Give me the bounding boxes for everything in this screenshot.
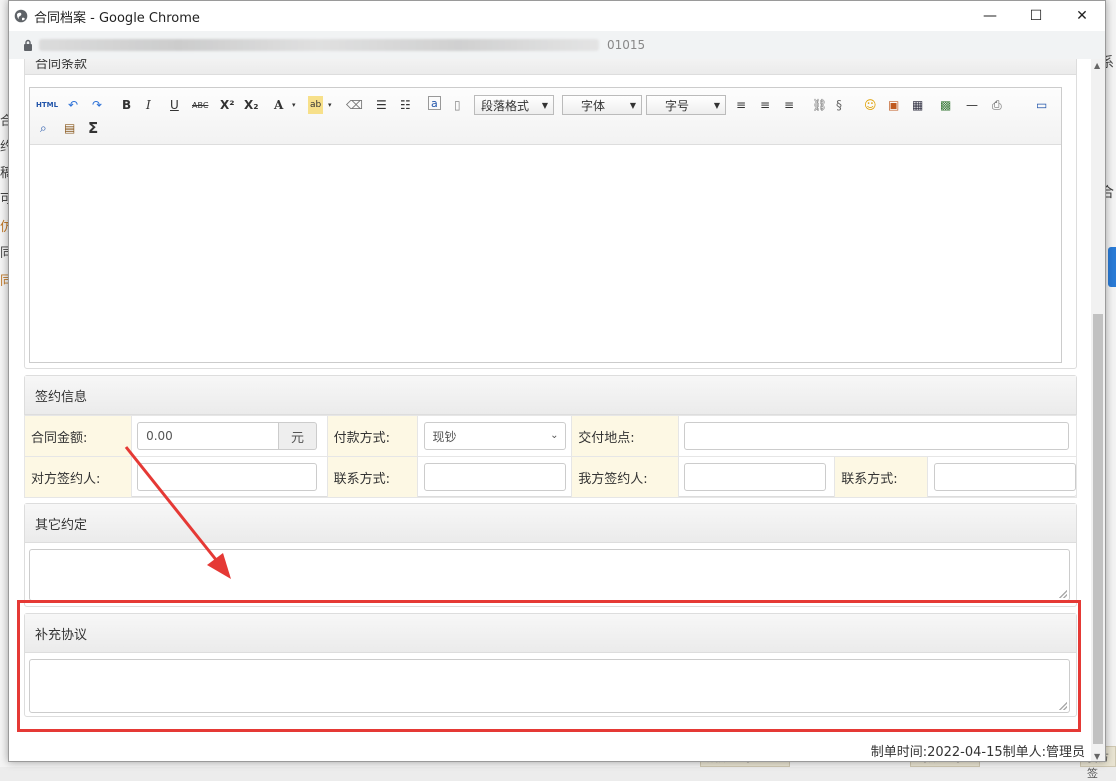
sign-info-table: 合同金额: 0.00 元 付款方式: 现钞 ⌄ 交付地点: 对方签约人: 联系方…	[23, 415, 1077, 498]
chevron-down-icon: ▼	[541, 100, 548, 110]
chevron-down-icon: ⌄	[550, 430, 559, 441]
supplement-textarea[interactable]	[29, 659, 1070, 713]
align-left-icon[interactable]: ≡	[736, 96, 746, 114]
paste-icon[interactable]: ▤	[64, 119, 75, 137]
paragraph-format-select[interactable]: 段落格式 ▼	[474, 95, 554, 115]
search-replace-icon[interactable]: ⌕	[40, 119, 47, 137]
chevron-down-icon: ▼	[629, 100, 636, 110]
subscript-button[interactable]: X₂	[244, 96, 259, 114]
resize-grip-icon[interactable]	[1059, 702, 1067, 710]
unlink-icon[interactable]: §	[836, 96, 842, 114]
font-color-button[interactable]: A	[274, 96, 283, 114]
font-family-label: 字体	[581, 98, 606, 113]
blank-page-icon[interactable]: ▯	[454, 96, 461, 114]
delivery-label: 交付地点:	[571, 415, 680, 457]
other-terms-textarea[interactable]	[29, 549, 1070, 601]
globe-icon	[14, 9, 28, 23]
highlight-icon[interactable]: ab	[308, 96, 324, 114]
highlight-dropdown-icon[interactable]: ▾	[328, 96, 332, 114]
print-icon[interactable]: ⎙	[992, 96, 1002, 114]
image-icon[interactable]: ▣	[888, 96, 899, 114]
supplement-panel-title: 补充协议	[25, 614, 1076, 653]
font-color-dropdown-icon[interactable]: ▾	[292, 96, 296, 114]
counterparty-signer-label: 对方签约人:	[23, 456, 133, 498]
redo-icon[interactable]: ↷	[92, 96, 102, 114]
title-bar: 合同档案 - Google Chrome — ☐ ✕	[9, 1, 1105, 31]
chevron-down-icon: ▼	[713, 100, 720, 110]
eraser-icon[interactable]: ⌫	[346, 96, 363, 114]
strikethrough-button[interactable]: ABC	[192, 96, 208, 114]
other-panel-title: 其它约定	[25, 504, 1076, 543]
clause-panel-title: 合同条款	[25, 59, 1076, 75]
editor-toolbar: HTML ↶ ↷ B I U ABC X² X₂ A ▾ ab ▾ ⌫ ☰ ☷ …	[30, 88, 1061, 145]
editor-body[interactable]	[30, 145, 1061, 363]
font-size-label: 字号	[665, 98, 690, 113]
font-size-select[interactable]: 字号 ▼	[646, 95, 726, 115]
scrollbar-thumb[interactable]	[1093, 314, 1103, 744]
emoticon-icon[interactable]: ☺	[864, 96, 877, 114]
payment-select-value: 现钞	[432, 429, 457, 444]
bold-button[interactable]: B	[122, 96, 131, 114]
undo-icon[interactable]: ↶	[68, 96, 78, 114]
counterparty-contact-input[interactable]	[423, 463, 566, 491]
align-right-icon[interactable]: ≡	[784, 96, 794, 114]
lock-icon	[24, 39, 32, 51]
underline-button[interactable]: U	[170, 96, 179, 114]
our-contact-input[interactable]	[934, 463, 1076, 491]
scroll-down-icon[interactable]: ▼	[1094, 752, 1100, 761]
formula-button[interactable]: Σ	[88, 119, 98, 137]
font-family-select[interactable]: 字体 ▼	[562, 95, 642, 115]
minimize-button[interactable]: —	[967, 1, 1013, 31]
url-blurred	[39, 39, 599, 51]
window-title: 合同档案 - Google Chrome	[34, 10, 200, 26]
anchor-icon[interactable]: a	[428, 96, 441, 110]
gallery-icon[interactable]: ▩	[940, 96, 951, 114]
amount-input[interactable]: 0.00	[137, 422, 280, 450]
our-contact-label: 联系方式:	[834, 456, 928, 498]
sign-panel-title: 签约信息	[25, 376, 1076, 415]
horizontal-rule-icon[interactable]: —	[966, 96, 978, 114]
popup-window: 合同档案 - Google Chrome — ☐ ✕ 01015 合同条款 HT…	[8, 0, 1106, 762]
footer-info: 制单时间:2022-04-15制单人:管理员	[870, 745, 1085, 760]
delivery-input[interactable]	[684, 422, 1070, 450]
amount-label: 合同金额:	[23, 415, 133, 457]
video-icon[interactable]: ▦	[912, 96, 923, 114]
maximize-button[interactable]: ☐	[1013, 1, 1059, 31]
link-icon[interactable]: ⛓	[812, 96, 827, 114]
payment-label: 付款方式:	[326, 415, 418, 457]
counterparty-signer-input[interactable]	[137, 463, 318, 491]
our-signer-label: 我方签约人:	[571, 456, 680, 498]
ordered-list-icon[interactable]: ☰	[376, 96, 387, 114]
scrollbar[interactable]: ▲ ▼	[1091, 59, 1105, 761]
payment-select[interactable]: 现钞 ⌄	[423, 422, 566, 450]
rich-text-editor: HTML ↶ ↷ B I U ABC X² X₂ A ▾ ab ▾ ⌫ ☰ ☷ …	[29, 87, 1062, 363]
italic-button[interactable]: I	[146, 96, 151, 114]
close-button[interactable]: ✕	[1059, 1, 1105, 31]
paragraph-format-label: 段落格式	[481, 98, 530, 113]
html-source-button[interactable]: HTML	[36, 96, 58, 114]
bg-tab	[1108, 247, 1116, 287]
our-signer-input[interactable]	[684, 463, 827, 491]
page-content: 合同条款 HTML ↶ ↷ B I U ABC X² X₂ A ▾ ab ▾ ⌫…	[9, 59, 1093, 761]
scroll-up-icon[interactable]: ▲	[1094, 61, 1100, 70]
align-center-icon[interactable]: ≡	[760, 96, 770, 114]
amount-unit: 元	[279, 422, 318, 450]
unordered-list-icon[interactable]: ☷	[400, 96, 411, 114]
superscript-button[interactable]: X²	[220, 96, 235, 114]
address-bar[interactable]: 01015	[9, 31, 1105, 60]
url-tail: 01015	[607, 38, 646, 52]
preview-icon[interactable]: ▭	[1036, 96, 1047, 114]
resize-grip-icon[interactable]	[1059, 590, 1067, 598]
counterparty-contact-label: 联系方式:	[326, 456, 418, 498]
